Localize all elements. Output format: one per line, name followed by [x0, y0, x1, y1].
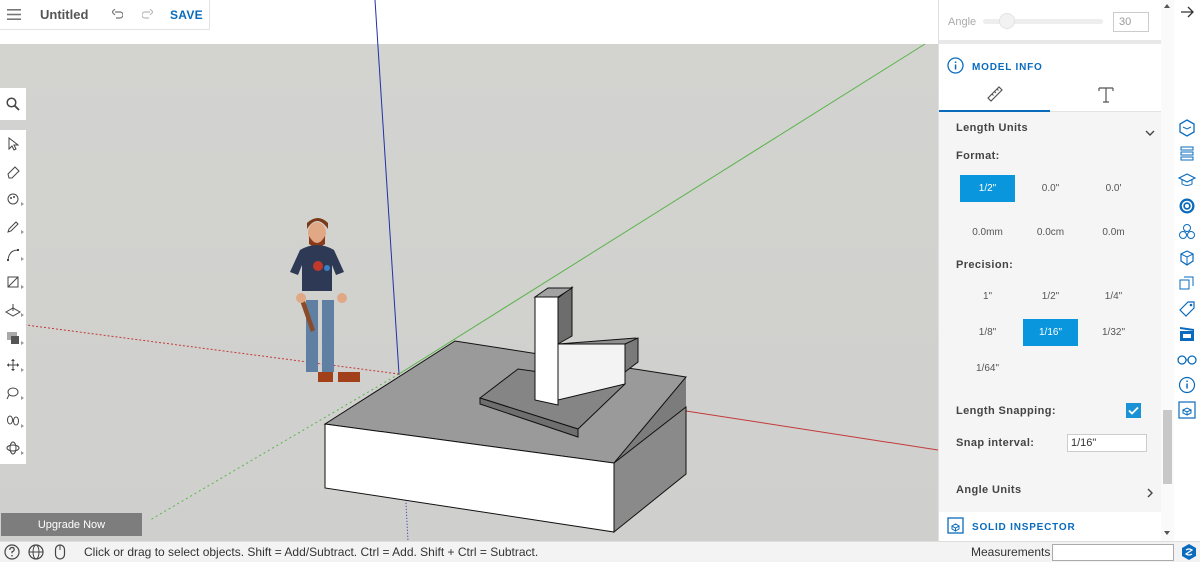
precision-option[interactable]: 1/32"	[1086, 319, 1141, 346]
length-snapping-label: Length Snapping:	[956, 405, 1056, 417]
format-option[interactable]: 0.0"	[1023, 175, 1078, 202]
solid-inspector-header[interactable]: SOLID INSPECTOR	[947, 517, 1076, 537]
length-units-section	[939, 112, 1161, 512]
components-icon[interactable]	[1177, 222, 1197, 242]
top-bar: Untitled SAVE	[0, 0, 210, 30]
layers-icon[interactable]	[1177, 144, 1197, 164]
angle-slider-knob[interactable]	[999, 13, 1015, 29]
angle-label: Angle	[948, 16, 977, 28]
left-toolbar	[0, 130, 26, 464]
base-block[interactable]	[323, 285, 687, 534]
document-title[interactable]: Untitled	[40, 7, 102, 22]
arc-icon[interactable]	[0, 241, 26, 269]
search-icon[interactable]	[0, 88, 26, 120]
mouse-icon[interactable]	[48, 542, 72, 562]
model-info-tabs	[939, 82, 1161, 112]
right-icon-strip	[1174, 0, 1200, 541]
offset-icon[interactable]	[0, 324, 26, 352]
precision-option[interactable]: 1/64"	[960, 355, 1015, 382]
precision-option[interactable]: 1"	[960, 283, 1015, 310]
precision-option[interactable]: 1/8"	[960, 319, 1015, 346]
right-panel: Angle 30 MODEL INFO Length Units Format:…	[938, 0, 1161, 541]
model-scene[interactable]	[0, 0, 938, 541]
move-icon[interactable]	[0, 352, 26, 380]
panel-scrollbar[interactable]	[1161, 0, 1174, 541]
info-icon[interactable]	[1177, 375, 1197, 395]
snap-interval-input[interactable]: 1/16"	[1067, 434, 1147, 452]
undo-icon[interactable]	[102, 7, 132, 22]
solid-inspector-title: SOLID INSPECTOR	[972, 521, 1076, 533]
rectangle-icon[interactable]	[0, 268, 26, 296]
angle-value-input[interactable]: 30	[1113, 12, 1149, 32]
views-icon[interactable]	[1177, 350, 1197, 370]
chevron-down-icon[interactable]	[1145, 124, 1155, 142]
viewport-canvas[interactable]	[0, 0, 938, 541]
eraser-icon[interactable]	[0, 158, 26, 186]
scenes-icon[interactable]	[1177, 324, 1197, 344]
solid-inspector-icon	[947, 517, 964, 537]
precision-option[interactable]: 1/4"	[1086, 283, 1141, 310]
instructor-icon[interactable]	[1177, 170, 1197, 190]
scrollbar-thumb[interactable]	[1163, 410, 1172, 484]
materials-icon[interactable]	[1177, 196, 1197, 216]
globe-icon[interactable]	[24, 542, 48, 562]
precision-option[interactable]: 1/16"	[1023, 319, 1078, 346]
length-units-title[interactable]: Length Units	[956, 122, 1028, 134]
outliner-icon[interactable]	[1177, 274, 1197, 294]
walk-icon[interactable]	[0, 407, 26, 435]
snap-interval-label: Snap interval:	[956, 437, 1035, 449]
push-pull-icon[interactable]	[0, 296, 26, 324]
collapse-panel-icon[interactable]	[1177, 2, 1197, 22]
tab-text[interactable]	[1050, 82, 1161, 112]
redo-icon[interactable]	[132, 7, 162, 22]
3d-warehouse-icon[interactable]	[1177, 118, 1197, 138]
format-label: Format:	[956, 150, 1000, 162]
paint-bucket-icon[interactable]	[0, 185, 26, 213]
scroll-down-arrow-icon[interactable]	[1164, 531, 1170, 535]
format-option[interactable]: 1/2"	[960, 175, 1015, 202]
info-circle-icon	[947, 57, 964, 77]
tab-units[interactable]	[939, 82, 1050, 112]
format-option[interactable]: 0.0m	[1086, 219, 1141, 246]
tape-measure-icon[interactable]	[0, 379, 26, 407]
measurements-label: Measurements	[971, 545, 1051, 559]
upgrade-now-button[interactable]: Upgrade Now	[1, 513, 142, 536]
ruler-icon	[986, 85, 1004, 108]
solid-inspector-icon[interactable]	[1177, 400, 1197, 420]
select-icon[interactable]	[0, 130, 26, 158]
precision-label: Precision:	[956, 259, 1014, 271]
checkmark-icon	[1128, 406, 1139, 415]
person-figure[interactable]	[290, 218, 360, 382]
status-bar: Click or drag to select objects. Shift =…	[0, 541, 1200, 562]
hamburger-menu-icon[interactable]	[0, 9, 28, 20]
status-hint-text: Click or drag to select objects. Shift =…	[84, 545, 539, 559]
text-icon	[1097, 86, 1115, 109]
blue-axis	[374, 0, 400, 375]
format-option[interactable]: 0.0cm	[1023, 219, 1078, 246]
precision-option[interactable]: 1/2"	[1023, 283, 1078, 310]
green-axis	[398, 43, 926, 375]
angle-units-title[interactable]: Angle Units	[956, 484, 1022, 496]
format-option[interactable]: 0.0mm	[960, 219, 1015, 246]
length-snapping-checkbox[interactable]	[1126, 403, 1141, 418]
chevron-right-icon[interactable]	[1147, 485, 1154, 503]
help-icon[interactable]	[0, 542, 24, 562]
format-option[interactable]: 0.0'	[1086, 175, 1141, 202]
sketchup-logo-icon	[1180, 543, 1198, 562]
model-info-header[interactable]: MODEL INFO	[947, 57, 1043, 77]
red-axis	[685, 410, 938, 451]
save-button[interactable]: SAVE	[170, 8, 203, 22]
pencil-icon[interactable]	[0, 213, 26, 241]
angle-slider-row: Angle 30	[939, 0, 1161, 44]
scroll-up-arrow-icon[interactable]	[1164, 4, 1170, 8]
entity-info-icon[interactable]	[1177, 248, 1197, 268]
orbit-icon[interactable]	[0, 435, 26, 463]
measurements-input[interactable]	[1052, 544, 1174, 561]
model-info-title: MODEL INFO	[972, 61, 1043, 73]
red-axis-negative	[25, 324, 400, 375]
tags-icon[interactable]	[1177, 299, 1197, 319]
